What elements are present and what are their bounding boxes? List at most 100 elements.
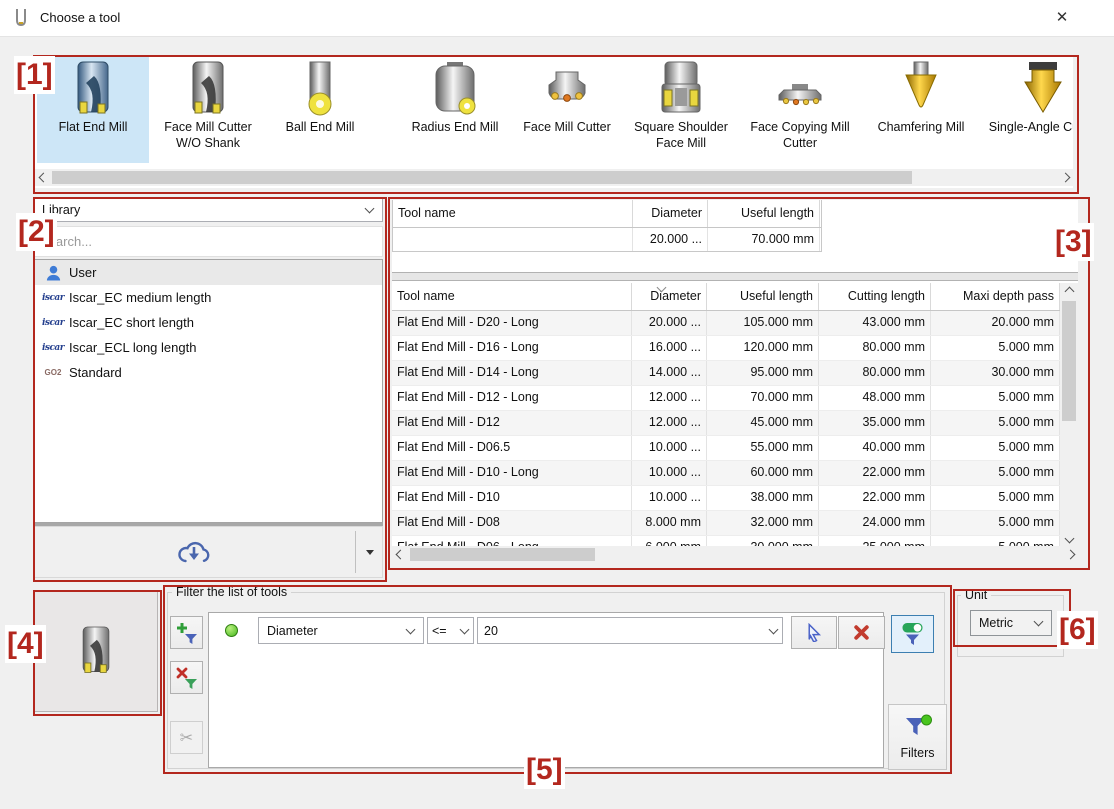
scroll-up-arrow-icon[interactable]: [1060, 283, 1078, 299]
filters-button[interactable]: Filters: [888, 704, 947, 770]
cell: 10.000 ...: [632, 436, 707, 460]
cell: 55.000 mm: [707, 436, 819, 460]
iscar-logo-icon: iscar: [41, 293, 65, 303]
table-row[interactable]: Flat End Mill - D16 - Long16.000 ...120.…: [392, 336, 1060, 361]
search-input[interactable]: [33, 226, 383, 257]
column-header-tool-name[interactable]: Tool name: [393, 200, 633, 227]
cell: 40.000 mm: [819, 436, 931, 460]
filter-field-dropdown[interactable]: Diameter: [258, 617, 424, 644]
table-row[interactable]: Flat End Mill - D10 - Long10.000 ...60.0…: [392, 461, 1060, 486]
cell: 16.000 ...: [632, 336, 707, 360]
download-library-button[interactable]: [34, 527, 354, 577]
tool-type-single-angle-cutter[interactable]: Single-Angle Cutter: [983, 57, 1073, 163]
tool-type-face-mill-cutter[interactable]: Face Mill Cutter: [511, 57, 623, 163]
scrollbar-thumb[interactable]: [52, 171, 912, 184]
cell: 95.000 mm: [707, 361, 819, 385]
table-row[interactable]: Flat End Mill - D14 - Long14.000 ...95.0…: [392, 361, 1060, 386]
unit-group-title: Unit: [961, 588, 991, 602]
table-splitter[interactable]: [392, 272, 1078, 281]
cell: 30.000 mm: [707, 536, 819, 546]
tool-strip-scrollbar[interactable]: [35, 169, 1073, 186]
enable-filter-toggle-button[interactable]: [891, 615, 934, 653]
criteria-row[interactable]: 20.000 ... 70.000 mm: [393, 228, 821, 251]
cell: 5.000 mm: [931, 436, 1060, 460]
cell: Flat End Mill - D10: [392, 486, 632, 510]
tool-type-square-shoulder-face-mill[interactable]: Square Shoulder Face Mill: [625, 57, 737, 163]
cell: 20.000 mm: [931, 311, 1060, 335]
tool-type-ball-end-mill[interactable]: Ball End Mill: [264, 57, 376, 163]
tool-type-label: Flat End Mill: [37, 119, 149, 135]
cell: 10.000 ...: [632, 486, 707, 510]
window-title: Choose a tool: [40, 10, 120, 25]
add-filter-button[interactable]: [170, 616, 203, 649]
cell: 38.000 mm: [707, 486, 819, 510]
criteria-useful-length-cell[interactable]: 70.000 mm: [708, 228, 820, 251]
column-header-diameter[interactable]: Diameter: [632, 283, 707, 310]
library-item-standard[interactable]: GO2 Standard: [34, 360, 382, 385]
tools-table-hscrollbar[interactable]: [392, 546, 1078, 563]
cell: Flat End Mill - D10 - Long: [392, 461, 632, 485]
tool-type-face-mill-cutter-wo-shank[interactable]: Face Mill Cutter W/O Shank: [152, 57, 264, 163]
criteria-diameter-cell[interactable]: 20.000 ...: [633, 228, 708, 251]
tool-type-chamfering-mill[interactable]: Chamfering Mill: [865, 57, 977, 163]
face-mill-cutter-wo-shank-icon: [180, 60, 236, 118]
column-header-cutting-length[interactable]: Cutting length: [819, 283, 931, 310]
tool-type-flat-end-mill[interactable]: Flat End Mill: [37, 57, 149, 163]
filter-active-led-icon: [225, 624, 238, 637]
library-dropdown[interactable]: Library: [33, 197, 383, 222]
table-row[interactable]: Flat End Mill - D06.510.000 ...55.000 mm…: [392, 436, 1060, 461]
table-row[interactable]: Flat End Mill - D088.000 mm32.000 mm24.0…: [392, 511, 1060, 536]
tool-type-label: Single-Angle Cutter: [983, 119, 1073, 135]
iscar-logo-icon: iscar: [41, 343, 65, 353]
unit-dropdown[interactable]: Metric: [970, 610, 1052, 636]
library-item-user[interactable]: User: [34, 260, 382, 285]
library-item-iscar-ec-medium[interactable]: iscar Iscar_EC medium length: [34, 285, 382, 310]
scroll-right-arrow-icon[interactable]: [1062, 546, 1078, 563]
chevron-down-icon: [365, 203, 375, 213]
scroll-left-arrow-icon[interactable]: [392, 546, 408, 563]
go2-logo-icon: GO2: [41, 368, 65, 377]
cell: 70.000 mm: [707, 386, 819, 410]
table-row[interactable]: Flat End Mill - D12 - Long12.000 ...70.0…: [392, 386, 1060, 411]
criteria-tool-name-cell[interactable]: [393, 228, 633, 251]
filter-value-input[interactable]: [477, 617, 783, 644]
cell: 5.000 mm: [931, 411, 1060, 435]
ball-end-mill-icon: [292, 60, 348, 118]
column-header-maxi-depth-pass[interactable]: Maxi depth pass: [931, 283, 1060, 310]
cut-filter-button: ✂: [170, 721, 203, 754]
cell: 12.000 ...: [632, 411, 707, 435]
table-row[interactable]: Flat End Mill - D1010.000 ...38.000 mm22…: [392, 486, 1060, 511]
cell: Flat End Mill - D08: [392, 511, 632, 535]
tool-type-radius-end-mill[interactable]: Radius End Mill: [399, 57, 511, 163]
tools-table-vscrollbar[interactable]: [1060, 283, 1078, 546]
column-header-diameter[interactable]: Diameter: [633, 200, 708, 227]
cell: 120.000 mm: [707, 336, 819, 360]
download-options-arrow-button[interactable]: [356, 527, 383, 577]
table-row[interactable]: Flat End Mill - D1212.000 ...45.000 mm35…: [392, 411, 1060, 436]
square-shoulder-face-mill-icon: [653, 60, 709, 118]
remove-filter-button[interactable]: [170, 661, 203, 694]
scroll-left-arrow-icon[interactable]: [35, 169, 51, 186]
delete-condition-button[interactable]: [838, 616, 885, 649]
face-mill-cutter-icon: [539, 60, 595, 118]
tool-preview: [33, 590, 158, 712]
tool-type-label: Face Mill Cutter W/O Shank: [152, 119, 264, 151]
scroll-down-arrow-icon[interactable]: [1060, 530, 1078, 546]
column-header-useful-length[interactable]: Useful length: [708, 200, 820, 227]
library-item-iscar-ecl-long[interactable]: iscar Iscar_ECL long length: [34, 335, 382, 360]
table-row[interactable]: Flat End Mill - D20 - Long20.000 ...105.…: [392, 311, 1060, 336]
tool-type-face-copying-mill-cutter[interactable]: Face Copying Mill Cutter: [744, 57, 856, 163]
filter-operator-dropdown[interactable]: <=: [427, 617, 474, 644]
scrollbar-thumb[interactable]: [1062, 301, 1076, 421]
column-header-tool-name[interactable]: Tool name: [392, 283, 632, 310]
cell: 10.000 ...: [632, 461, 707, 485]
library-item-iscar-ec-short[interactable]: iscar Iscar_EC short length: [34, 310, 382, 335]
table-row[interactable]: Flat End Mill - D06 - Long6.000 mm30.000…: [392, 536, 1060, 546]
scrollbar-thumb[interactable]: [410, 548, 595, 561]
filter-operator-value: <=: [432, 624, 447, 638]
pick-value-button[interactable]: [791, 616, 837, 649]
tool-type-label: Radius End Mill: [399, 119, 511, 135]
close-button[interactable]: ✕: [1042, 3, 1082, 32]
scroll-right-arrow-icon[interactable]: [1057, 169, 1073, 186]
column-header-useful-length[interactable]: Useful length: [707, 283, 819, 310]
